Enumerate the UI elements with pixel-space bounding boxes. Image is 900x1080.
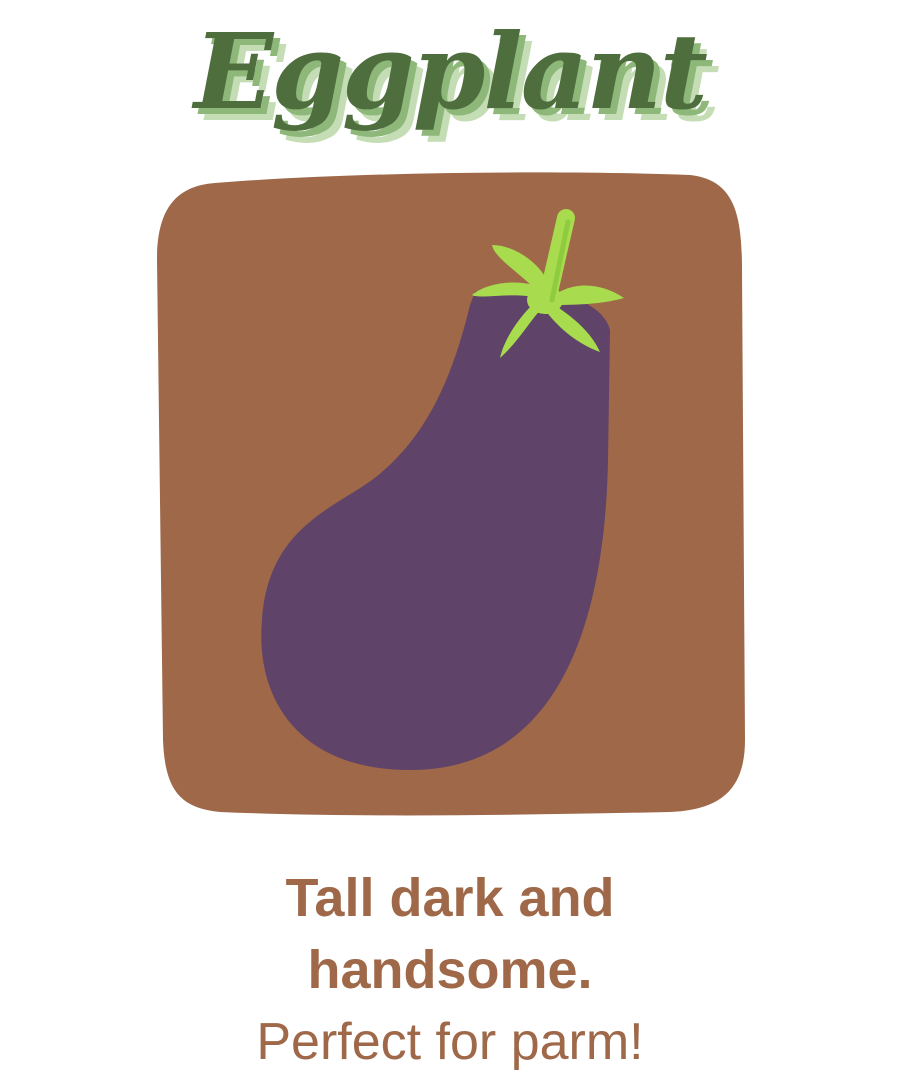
tagline: Tall dark and handsome. bbox=[285, 868, 615, 1000]
subtitle: Perfect for parm! bbox=[256, 1013, 644, 1071]
